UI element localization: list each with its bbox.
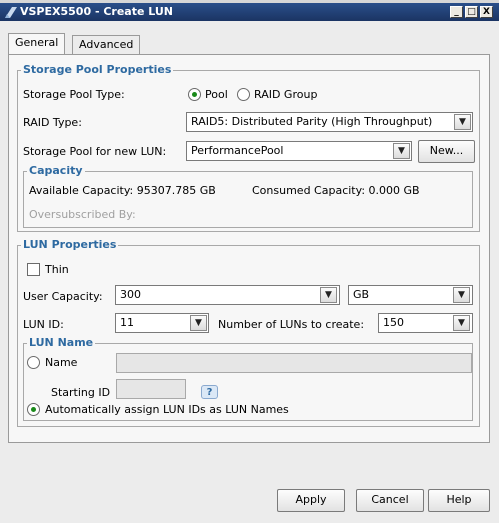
pool-radio-label[interactable]: Pool	[205, 88, 228, 101]
title-bar[interactable]: VSPEX5500 - Create LUN _ □ X	[0, 3, 499, 21]
raid-type-select[interactable]: RAID5: Distributed Parity (High Throughp…	[186, 112, 473, 132]
available-capacity: Available Capacity: 95307.785 GB	[29, 184, 216, 197]
raid-group-radio-label[interactable]: RAID Group	[254, 88, 317, 101]
minimize-button[interactable]: _	[450, 6, 463, 18]
raid-type-label: RAID Type:	[23, 116, 82, 129]
name-input[interactable]	[116, 353, 472, 373]
chevron-down-icon[interactable]: ▼	[453, 287, 470, 303]
auto-assign-radio[interactable]	[27, 403, 40, 416]
storage-pool-value: PerformancePool	[191, 144, 284, 157]
name-radio[interactable]	[27, 356, 40, 369]
app-window-icon	[5, 7, 17, 18]
chevron-down-icon[interactable]: ▼	[320, 287, 337, 303]
window-title: VSPEX5500 - Create LUN	[20, 5, 174, 18]
cancel-button[interactable]: Cancel	[356, 489, 424, 512]
starting-id-label: Starting ID	[51, 386, 111, 399]
thin-label[interactable]: Thin	[45, 263, 69, 276]
auto-assign-label[interactable]: Automatically assign LUN IDs as LUN Name…	[45, 403, 289, 416]
thin-checkbox[interactable]	[27, 263, 40, 276]
raid-group-radio[interactable]	[237, 88, 250, 101]
lun-id-value: 11	[120, 316, 134, 329]
help-button[interactable]: Help	[428, 489, 490, 512]
pool-radio[interactable]	[188, 88, 201, 101]
apply-button[interactable]: Apply	[277, 489, 345, 512]
capacity-unit-value: GB	[353, 288, 370, 301]
close-button[interactable]: X	[480, 6, 493, 18]
num-luns-value: 150	[383, 316, 404, 329]
oversubscribed-label: Oversubscribed By:	[29, 208, 136, 221]
maximize-button[interactable]: □	[465, 6, 478, 18]
storage-pool-select[interactable]: PerformancePool	[186, 141, 412, 161]
lun-id-label: LUN ID:	[23, 318, 64, 331]
raid-type-value: RAID5: Distributed Parity (High Throughp…	[191, 115, 433, 128]
user-capacity-label: User Capacity:	[23, 290, 103, 303]
help-icon[interactable]: ?	[201, 385, 218, 399]
tab-advanced[interactable]: Advanced	[72, 35, 141, 55]
capacity-group-title: Capacity	[27, 164, 85, 177]
lun-name-group-title: LUN Name	[27, 336, 96, 349]
starting-id-input[interactable]	[116, 379, 186, 399]
chevron-down-icon[interactable]: ▼	[453, 315, 470, 331]
name-radio-label[interactable]: Name	[45, 356, 77, 369]
new-pool-button[interactable]: New...	[418, 140, 475, 163]
lun-properties-group-title: LUN Properties	[21, 238, 119, 251]
chevron-down-icon[interactable]: ▼	[454, 114, 471, 130]
chevron-down-icon[interactable]: ▼	[393, 143, 410, 159]
user-capacity-value: 300	[120, 288, 141, 301]
user-capacity-input[interactable]: 300	[115, 285, 340, 305]
storage-pool-label: Storage Pool for new LUN:	[23, 145, 167, 158]
chevron-down-icon[interactable]: ▼	[190, 315, 207, 331]
tab-general[interactable]: General	[8, 33, 66, 55]
consumed-capacity: Consumed Capacity: 0.000 GB	[252, 184, 420, 197]
storage-pool-type-label: Storage Pool Type:	[23, 88, 125, 101]
storage-pool-group-title: Storage Pool Properties	[21, 63, 174, 76]
num-luns-label: Number of LUNs to create:	[218, 318, 365, 331]
